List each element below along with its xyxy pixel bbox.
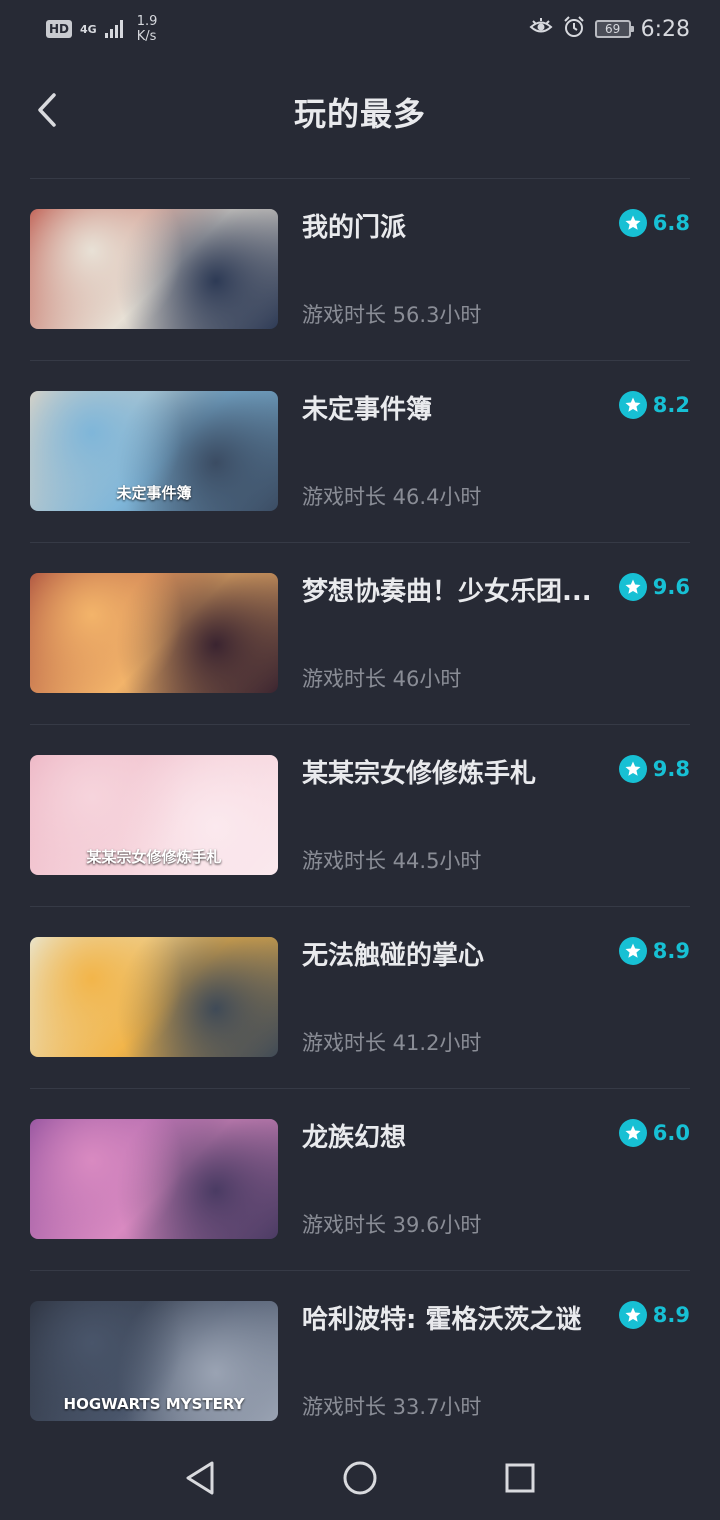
- game-list: 我的门派 6.8 游戏时长 56.3小时 未定事件簿 未定事件簿 8.2 游戏时长 46.4…: [30, 178, 690, 1453]
- rating: 8.9: [618, 1301, 690, 1329]
- game-thumbnail[interactable]: 某某宗女修修炼手札: [30, 755, 278, 875]
- thumbnail-logo-text: 某某宗女修修炼手札: [86, 848, 222, 866]
- square-recent-icon: [504, 1462, 536, 1498]
- playtime-label: 游戏时长 46小时: [302, 667, 462, 691]
- game-title[interactable]: 龙族幻想: [302, 1117, 612, 1154]
- game-thumbnail[interactable]: HOGWARTS MYSTERY: [30, 1301, 278, 1421]
- circle-home-icon: [342, 1460, 378, 1500]
- star-icon: [618, 573, 647, 601]
- star-icon: [618, 1119, 647, 1147]
- game-row[interactable]: 未定事件簿 未定事件簿 8.2 游戏时长 46.4小时: [30, 361, 690, 543]
- game-thumbnail[interactable]: 未定事件簿: [30, 391, 278, 511]
- rating: 8.2: [618, 391, 690, 419]
- rating-value: 6.8: [652, 211, 690, 235]
- nav-back-button[interactable]: [170, 1450, 230, 1510]
- game-title[interactable]: 哈利波特: 霍格沃茨之谜: [302, 1299, 612, 1336]
- rating: 9.8: [618, 755, 690, 783]
- star-icon: [618, 209, 647, 237]
- game-thumbnail[interactable]: [30, 573, 278, 693]
- star-icon: [618, 1301, 647, 1329]
- game-row[interactable]: 某某宗女修修炼手札 某某宗女修修炼手札 9.8 游戏时长 44.5小时: [30, 725, 690, 907]
- triangle-back-icon: [184, 1460, 216, 1500]
- status-bar: HD 4G 1.9 K/s 69 6:28: [0, 0, 720, 58]
- game-title[interactable]: 我的门派: [302, 207, 612, 244]
- game-title[interactable]: 梦想协奏曲！少女乐团...: [302, 571, 612, 608]
- signal-icon: [104, 20, 123, 38]
- playtime-label: 游戏时长 44.5小时: [302, 849, 482, 873]
- game-row[interactable]: HOGWARTS MYSTERY 哈利波特: 霍格沃茨之谜 8.9 游戏时长 33.7…: [30, 1271, 690, 1453]
- thumbnail-logo-text: HOGWARTS MYSTERY: [63, 1395, 245, 1413]
- thumbnail-logo-text: 未定事件簿: [116, 484, 192, 502]
- chevron-left-icon: [34, 92, 58, 132]
- game-row[interactable]: 我的门派 6.8 游戏时长 56.3小时: [30, 179, 690, 361]
- star-icon: [618, 755, 647, 783]
- game-title[interactable]: 无法触碰的掌心: [302, 935, 612, 972]
- game-row[interactable]: 梦想协奏曲！少女乐团... 9.6 游戏时长 46小时: [30, 543, 690, 725]
- back-button[interactable]: [26, 90, 66, 134]
- star-icon: [618, 391, 647, 419]
- rating: 9.6: [618, 573, 690, 601]
- playtime-label: 游戏时长 41.2小时: [302, 1031, 482, 1055]
- game-row[interactable]: 龙族幻想 6.0 游戏时长 39.6小时: [30, 1089, 690, 1271]
- rating-value: 9.8: [652, 757, 690, 781]
- page-header: 玩的最多: [0, 70, 720, 154]
- speed-value: 1.9: [136, 14, 158, 29]
- rating: 6.0: [618, 1119, 690, 1147]
- game-title[interactable]: 某某宗女修修炼手札: [302, 753, 612, 790]
- nav-home-button[interactable]: [330, 1450, 390, 1510]
- battery-icon: 69: [594, 20, 634, 38]
- rating: 8.9: [618, 937, 690, 965]
- network-speed: 1.9 K/s: [137, 14, 158, 44]
- clock: 6:28: [640, 16, 690, 42]
- game-thumbnail[interactable]: [30, 1119, 278, 1239]
- rating-value: 8.9: [652, 1303, 690, 1327]
- playtime-label: 游戏时长 33.7小时: [302, 1395, 482, 1419]
- rating-value: 6.0: [652, 1121, 690, 1145]
- playtime-label: 游戏时长 39.6小时: [302, 1213, 482, 1237]
- rating-value: 9.6: [652, 575, 690, 599]
- eye-comfort-icon: [529, 18, 553, 40]
- nav-recent-button[interactable]: [490, 1450, 550, 1510]
- rating-value: 8.9: [652, 939, 690, 963]
- game-title[interactable]: 未定事件簿: [302, 389, 612, 426]
- page-title: 玩的最多: [293, 95, 426, 133]
- hd-badge: HD: [46, 20, 73, 38]
- alarm-icon: [563, 16, 585, 42]
- network-type: 4G: [80, 22, 97, 36]
- status-left: HD 4G 1.9 K/s: [46, 14, 157, 44]
- rating-value: 8.2: [652, 393, 690, 417]
- game-thumbnail[interactable]: [30, 937, 278, 1057]
- game-row[interactable]: 无法触碰的掌心 8.9 游戏时长 41.2小时: [30, 907, 690, 1089]
- playtime-label: 游戏时长 56.3小时: [302, 303, 482, 327]
- star-icon: [618, 937, 647, 965]
- rating: 6.8: [618, 209, 690, 237]
- playtime-label: 游戏时长 46.4小时: [302, 485, 482, 509]
- status-right: 69 6:28: [529, 16, 690, 42]
- system-nav-bar: [0, 1440, 720, 1520]
- game-thumbnail[interactable]: [30, 209, 278, 329]
- speed-unit: K/s: [136, 29, 157, 44]
